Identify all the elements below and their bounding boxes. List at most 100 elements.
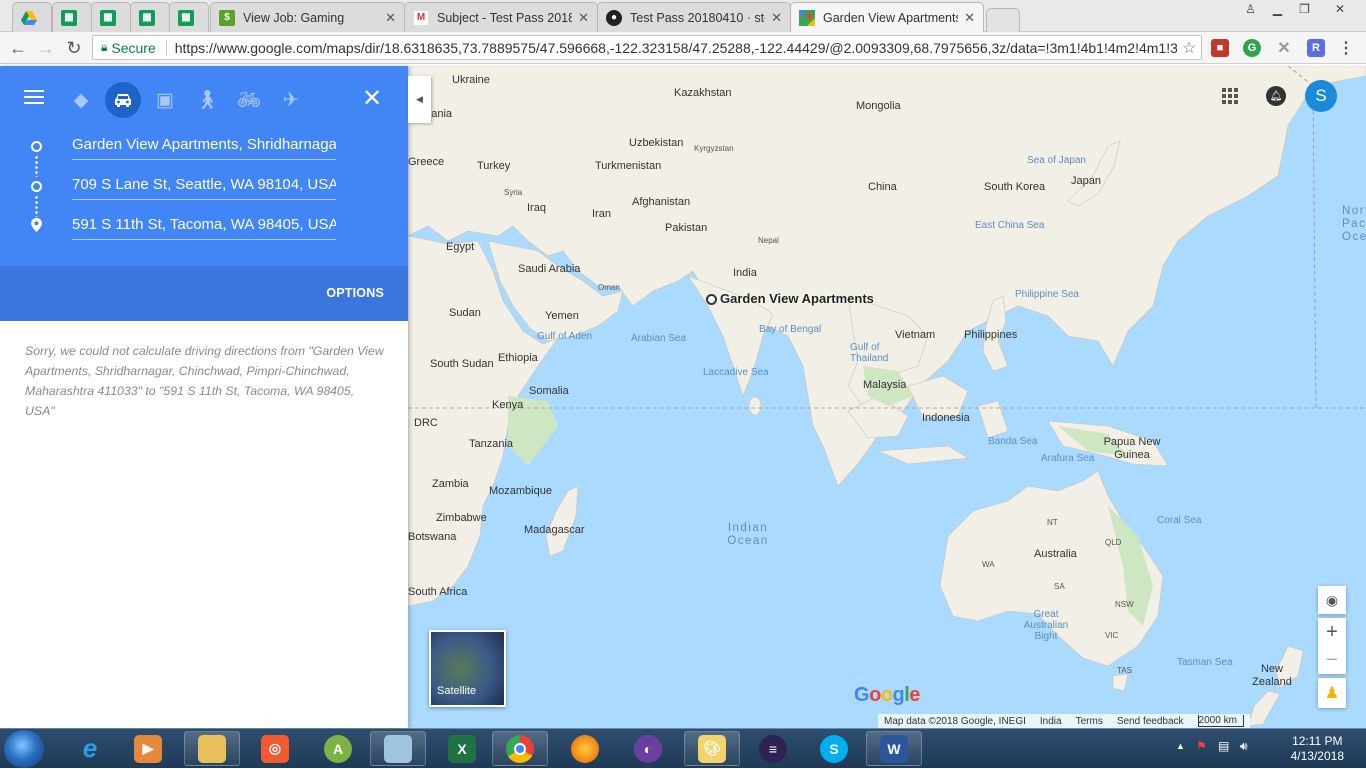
word-icon[interactable]: W <box>866 731 922 766</box>
close-directions-icon[interactable]: ✕ <box>360 84 384 113</box>
bookmark-star-icon[interactable]: ☆ <box>1177 38 1201 58</box>
notepad-icon[interactable] <box>370 731 426 766</box>
network-flag-icon[interactable]: ⚑ <box>1196 739 1207 753</box>
satellite-label: Satellite <box>437 685 477 697</box>
zoom-out-icon[interactable]: − <box>1326 646 1338 674</box>
options-button[interactable]: OPTIONS <box>326 286 384 300</box>
tab-drive[interactable]: ✕ <box>12 2 52 32</box>
notifications-bell-icon[interactable]: 🔔︎ <box>1266 86 1286 106</box>
tab-sheets-2[interactable]: ▦ ✕ <box>91 2 131 32</box>
tab-view-job[interactable]: $ View Job: Gaming ✕ <box>210 2 405 32</box>
account-avatar[interactable]: S <box>1305 80 1337 112</box>
media-player-icon[interactable]: ▶ <box>120 731 176 766</box>
reload-icon[interactable]: ↻ <box>62 36 86 60</box>
job-icon: $ <box>219 9 235 26</box>
tab-gmail[interactable]: M Subject - Test Pass 20180 ✕ <box>404 2 598 32</box>
error-message: Sorry, we could not calculate driving di… <box>25 344 384 418</box>
volume-icon[interactable]: 🔊︎ <box>1240 739 1248 754</box>
my-location-icon[interactable]: ◉ <box>1318 586 1346 614</box>
walking-mode-icon[interactable]: 🚶︎ <box>189 82 225 118</box>
media-app-icon[interactable]: ◐ <box>620 731 676 766</box>
grammarly-icon[interactable]: G <box>1243 39 1261 57</box>
close-tab-icon[interactable]: ✕ <box>208 10 209 26</box>
map-label: Arafura Sea <box>1041 453 1095 464</box>
close-tab-icon[interactable]: ✕ <box>771 10 782 26</box>
drive-icon <box>21 10 37 26</box>
eclipse-icon[interactable]: ≡ <box>745 731 801 766</box>
app-icon-orange[interactable]: ◎ <box>247 731 303 766</box>
extension-x-icon[interactable]: ✕ <box>1275 39 1293 57</box>
pegman-icon[interactable]: ♟ <box>1318 678 1346 708</box>
tab-sheets-3[interactable]: ▦ ✕ <box>130 2 170 32</box>
close-tab-icon[interactable]: ✕ <box>964 10 975 26</box>
extension-r-icon[interactable]: R <box>1307 39 1325 57</box>
file-explorer-icon[interactable] <box>184 731 240 766</box>
restore-icon[interactable]: ❐ <box>1291 0 1318 18</box>
location-marker[interactable] <box>706 294 717 305</box>
url-text[interactable]: https://www.google.com/maps/dir/18.63186… <box>175 40 1177 56</box>
internet-explorer-icon[interactable]: e <box>62 731 118 766</box>
driving-mode-icon[interactable] <box>105 82 141 118</box>
send-feedback-link[interactable]: Send feedback <box>1117 716 1184 727</box>
paint-icon[interactable]: 🎨︎ <box>684 731 740 766</box>
best-route-icon[interactable]: ◆ <box>63 82 99 118</box>
attribution-bar: Map data ©2018 Google, INEGI India Terms… <box>878 714 1250 728</box>
map-label: Greece <box>408 156 445 168</box>
clock[interactable]: 12:11 PM 4/13/2018 <box>1291 734 1344 764</box>
origin-input[interactable]: Garden View Apartments, Shridharnagar <box>72 132 336 160</box>
android-studio-icon[interactable]: A <box>310 731 366 766</box>
tab-sheets-4[interactable]: ▦ ✕ <box>169 2 209 32</box>
marker-label[interactable]: Garden View Apartments <box>720 291 874 306</box>
close-window-icon[interactable]: ✕ <box>1318 0 1362 18</box>
map-label: TAS <box>1117 666 1132 675</box>
firefox-icon[interactable] <box>557 731 613 766</box>
region-link[interactable]: India <box>1040 716 1062 727</box>
waypoint-dot-icon <box>31 181 42 192</box>
map-label: South Korea <box>984 181 1046 193</box>
map-label: Turkey <box>477 160 511 172</box>
github-icon: ● <box>606 9 622 26</box>
close-tab-icon[interactable]: ✕ <box>385 10 396 26</box>
tab-sheets-1[interactable]: ▦ ✕ <box>52 2 92 32</box>
destination-input[interactable]: 591 S 11th St, Tacoma, WA 98405, USA <box>72 212 336 240</box>
menu-icon[interactable]: ⋮ <box>1337 39 1355 57</box>
excel-icon[interactable]: X <box>434 731 490 766</box>
directions-panel: ◆ ▣ 🚶︎ 🚲︎ ✈ ✕ Garden View Apartments, Sh… <box>0 66 408 728</box>
forward-arrow-icon[interactable]: → <box>34 36 58 60</box>
cycling-mode-icon[interactable]: 🚲︎ <box>231 82 267 118</box>
flight-mode-icon[interactable]: ✈ <box>273 82 309 118</box>
zoom-in-icon[interactable]: + <box>1326 618 1338 646</box>
apps-grid-icon[interactable] <box>1222 88 1238 104</box>
back-arrow-icon[interactable]: ← <box>6 36 30 60</box>
map-label: SA <box>1054 582 1065 591</box>
map-label: Sudan <box>449 307 481 319</box>
start-button[interactable] <box>4 730 44 768</box>
tab-title: Garden View Apartments <box>823 11 959 25</box>
options-bar: OPTIONS <box>0 266 408 321</box>
extension-icon[interactable]: ■ <box>1211 39 1229 57</box>
waypoint-input[interactable]: 709 S Lane St, Seattle, WA 98104, USA <box>72 172 336 200</box>
user-profile-icon[interactable]: ♙ <box>1237 0 1264 18</box>
map-label: Saudi Arabia <box>518 263 581 275</box>
chrome-icon[interactable] <box>492 731 548 766</box>
map-label: Zimbabwe <box>436 512 487 524</box>
system-tray: ▲ ⚑ ▤ 🔊︎ 12:11 PM 4/13/2018 <box>1176 729 1366 769</box>
terms-link[interactable]: Terms <box>1076 716 1103 727</box>
close-tab-icon[interactable]: ✕ <box>578 10 589 26</box>
new-tab-button[interactable] <box>986 8 1020 32</box>
tab-github[interactable]: ● Test Pass 20180410 · sto ✕ <box>597 2 791 32</box>
sheets-icon: ▦ <box>139 9 155 26</box>
map-label: Turkmenistan <box>595 160 662 172</box>
satellite-toggle[interactable]: Satellite <box>429 630 506 707</box>
collapse-panel-button[interactable]: ◀ <box>408 76 431 123</box>
network-icon[interactable]: ▤ <box>1218 739 1229 753</box>
scale-label[interactable]: 2000 km <box>1197 715 1244 727</box>
minimize-icon[interactable]: ▁ <box>1264 0 1291 18</box>
tab-maps[interactable]: Garden View Apartments ✕ <box>790 2 984 33</box>
show-hidden-icons[interactable]: ▲ <box>1176 741 1185 751</box>
transit-mode-icon[interactable]: ▣ <box>147 82 183 118</box>
map-label: NSW <box>1115 600 1134 609</box>
map-canvas[interactable]: Ukraine Kazakhstan Mongolia Uzbekistan K… <box>408 66 1366 728</box>
address-bar[interactable]: 🔒︎ Secure https://www.google.com/maps/di… <box>92 35 1202 60</box>
skype-icon[interactable]: S <box>806 731 862 766</box>
